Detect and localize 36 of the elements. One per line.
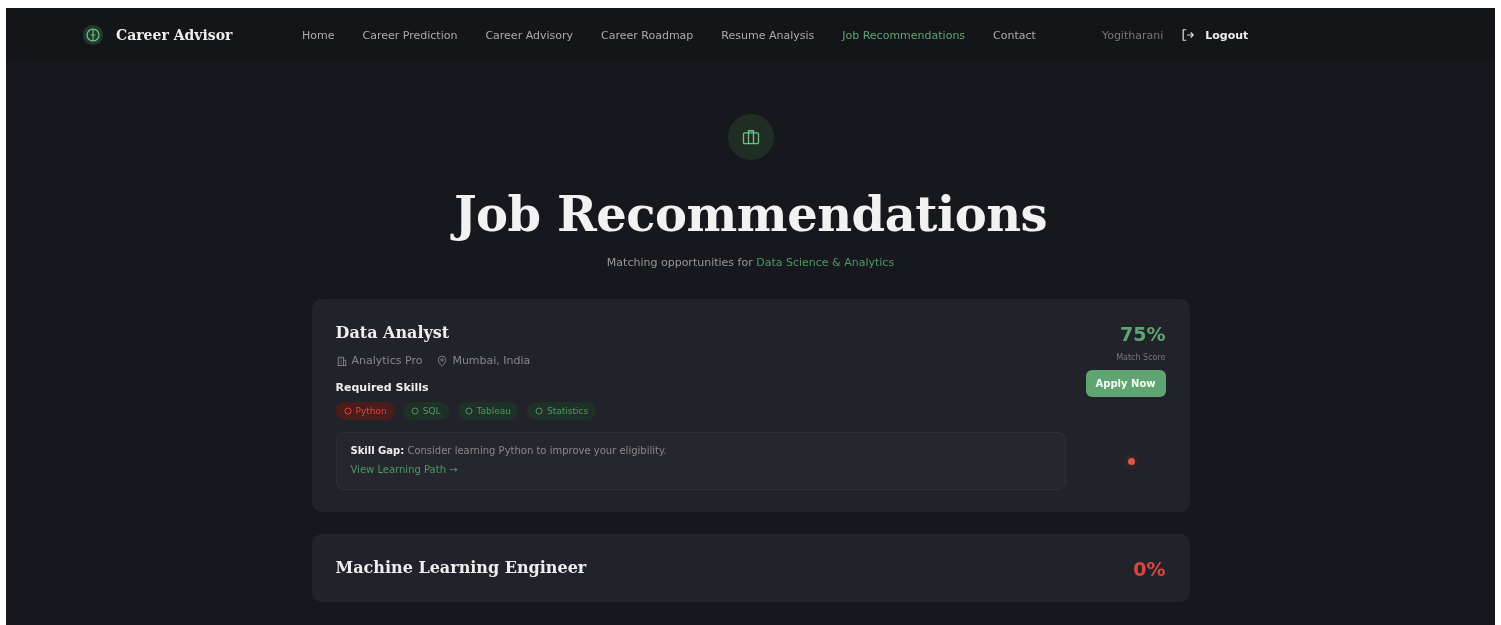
skill-tag: SQL [402,402,449,420]
job-location: Mumbai, India [452,354,531,367]
score-label: Match Score [1116,353,1166,362]
circle-icon [464,407,473,415]
nav-link[interactable]: Career Advisory [485,28,574,42]
circle-icon [410,407,419,415]
skill-tag: Tableau [456,402,519,420]
learning-path-link[interactable]: View Learning Path → [350,464,458,475]
circle-icon [535,407,543,415]
job-title: Machine Learning Engineer [335,558,587,577]
skill-tag: Statistics [527,402,597,420]
compass-icon [82,24,104,46]
logout-icon [1181,28,1196,42]
nav-link[interactable]: Job Recommendations [842,28,966,42]
circle-icon [343,407,352,415]
skill-gap-note: Skill Gap: Consider learning Python to improve your eligibility. [350,445,667,456]
match-score: 0% [1133,558,1166,580]
skills-heading: Required Skills [335,381,430,394]
skill-tag: Python [335,402,395,420]
company-name: Analytics Pro [351,354,423,367]
building-icon [335,354,348,367]
location-pin-icon [436,354,449,367]
nav-link[interactable]: Resume Analysis [721,28,815,42]
brand-name[interactable]: Career Advisor [116,27,233,43]
logout-button[interactable]: Logout [1181,28,1249,42]
briefcase-icon [740,127,761,147]
job-title: Data Analyst [335,323,451,342]
status-dot [1127,457,1135,465]
nav-link[interactable]: Home [302,28,335,42]
nav-link[interactable]: Career Roadmap [601,28,694,42]
career-field: Data Science & Analytics [756,256,895,269]
match-score: 75% [1120,323,1166,345]
subtitle: Matching opportunities for [606,256,753,269]
user-name: Yogitharani [1101,28,1164,42]
nav-link[interactable]: Contact [993,28,1036,42]
nav-link[interactable]: Career Prediction [362,28,458,42]
